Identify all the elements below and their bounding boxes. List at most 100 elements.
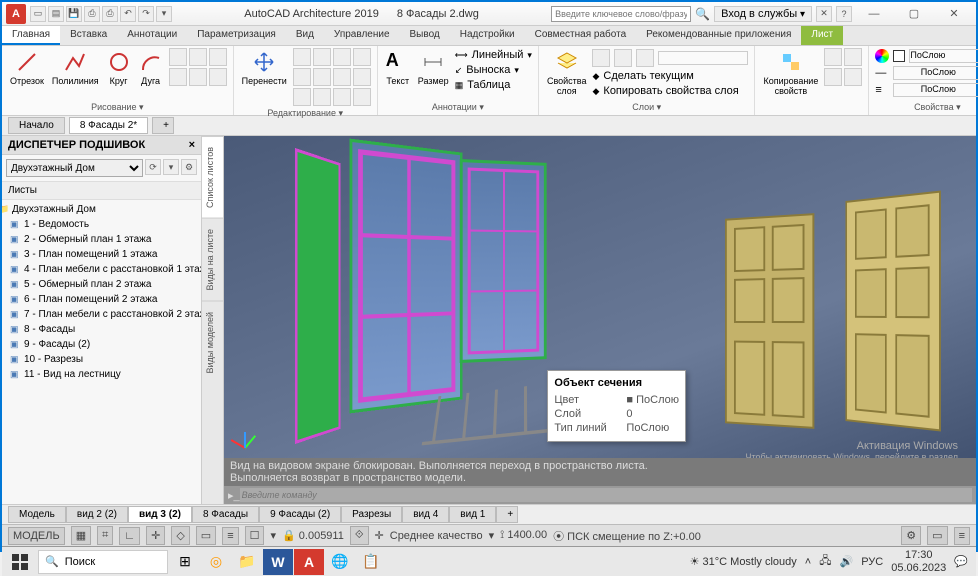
volume-icon[interactable]: 🔊: [840, 555, 854, 568]
cleanscreen-icon[interactable]: ▭: [927, 526, 947, 545]
sheet-item[interactable]: 5 - Обмерный план 2 этажа: [6, 277, 197, 292]
polar-toggle-icon[interactable]: ✛: [146, 526, 165, 545]
tab-addins[interactable]: Надстройки: [450, 26, 525, 45]
tab-insert[interactable]: Вставка: [60, 26, 117, 45]
tab-featured[interactable]: Рекомендованные приложения: [636, 26, 801, 45]
taskbar-app-icon[interactable]: ◎: [201, 549, 231, 575]
quality-value[interactable]: Среднее качество: [390, 530, 483, 542]
layout-tab[interactable]: Разрезы: [341, 506, 402, 523]
taskview-icon[interactable]: ⊞: [170, 549, 200, 575]
qat-print-icon[interactable]: ⎙: [102, 6, 118, 22]
palette-options-icon[interactable]: ▾: [163, 159, 179, 175]
text-button[interactable]: AТекст: [384, 48, 412, 88]
annoscale-icon[interactable]: ⟐: [350, 526, 369, 545]
dimension-button[interactable]: Размер: [416, 48, 451, 88]
chrome-icon[interactable]: 🌐: [325, 549, 355, 575]
layout-tab-model[interactable]: Модель: [8, 506, 66, 523]
tab-manage[interactable]: Управление: [324, 26, 400, 45]
table-button[interactable]: ▦ Таблица: [455, 79, 532, 91]
lwt-toggle-icon[interactable]: ≡: [222, 527, 238, 545]
qat-redo-icon[interactable]: ↷: [138, 6, 154, 22]
tab-view[interactable]: Вид: [286, 26, 324, 45]
osnap-toggle-icon[interactable]: ◇: [171, 526, 189, 545]
viewport[interactable]: [+][Пользовательский вид][Концептуальный…: [224, 136, 976, 504]
qat-open-icon[interactable]: ▤: [48, 6, 64, 22]
start-button[interactable]: [4, 549, 36, 575]
circle-button[interactable]: Круг: [105, 48, 133, 88]
panel-modify-title[interactable]: Редактирование ▾: [240, 106, 371, 119]
minimize-button[interactable]: —: [856, 4, 892, 24]
panel-draw-title[interactable]: Рисование ▾: [8, 100, 227, 113]
match-layer-button[interactable]: ◆ Копировать свойства слоя: [592, 85, 748, 97]
tray-chevron-icon[interactable]: ˄: [805, 556, 811, 568]
snap-toggle-icon[interactable]: ⌗: [97, 526, 113, 545]
palette-settings-icon[interactable]: ⚙: [181, 159, 197, 175]
polyline-button[interactable]: Полилиния: [50, 48, 101, 88]
layer-dropdown[interactable]: [658, 51, 748, 65]
sheet-item[interactable]: 2 - Обмерный план 1 этажа: [6, 232, 197, 247]
layout-tab[interactable]: вид 1: [449, 506, 496, 523]
layout-tab[interactable]: 9 Фасады (2): [259, 506, 341, 523]
color-swatch-icon[interactable]: [875, 49, 889, 63]
clock[interactable]: 17:3005.06.2023: [891, 549, 946, 573]
layer-state-icon[interactable]: [592, 49, 610, 67]
statusbar-menu-icon[interactable]: ≡: [954, 527, 970, 545]
sheet-item[interactable]: 1 - Ведомость: [6, 217, 197, 232]
block-flyout[interactable]: [824, 48, 862, 86]
vtab-views[interactable]: Виды на листе: [202, 218, 223, 301]
doc-tab-new[interactable]: +: [152, 117, 174, 134]
draw-flyout[interactable]: [169, 48, 227, 86]
tab-output[interactable]: Вывод: [400, 26, 450, 45]
taskbar-app-icon[interactable]: 📋: [356, 549, 386, 575]
palette-refresh-icon[interactable]: ⟳: [145, 159, 161, 175]
sheet-item[interactable]: 4 - План мебели с расстановкой 1 этажа: [6, 262, 197, 277]
project-dropdown[interactable]: Двухэтажный Дом: [6, 159, 143, 177]
infocenter-search[interactable]: [551, 6, 691, 22]
search-icon[interactable]: 🔍: [695, 7, 710, 21]
word-icon[interactable]: W: [263, 549, 293, 575]
network-icon[interactable]: 🖧: [819, 552, 831, 571]
signin-button[interactable]: Вход в службы ▾: [714, 6, 812, 22]
qat-undo-icon[interactable]: ↶: [120, 6, 136, 22]
otrack-toggle-icon[interactable]: ▭: [196, 526, 216, 545]
layer-freeze-icon[interactable]: [614, 49, 632, 67]
tab-home[interactable]: Главная: [2, 26, 60, 45]
layout-tab-add[interactable]: +: [496, 506, 518, 523]
panel-props-title[interactable]: Свойства ▾: [875, 100, 978, 113]
lineweight-dropdown[interactable]: ПоСлою: [893, 66, 978, 80]
command-input[interactable]: [240, 488, 972, 502]
close-button[interactable]: ✕: [936, 4, 972, 24]
sheet-item[interactable]: 11 - Вид на лестницу: [6, 367, 197, 382]
panel-annot-title[interactable]: Аннотации ▾: [384, 100, 532, 113]
notifications-icon[interactable]: 💬: [954, 555, 968, 568]
vtab-model-views[interactable]: Виды моделей: [202, 301, 223, 384]
qat-new-icon[interactable]: ▭: [30, 6, 46, 22]
qat-save-icon[interactable]: 💾: [66, 6, 82, 22]
sheet-item[interactable]: 9 - Фасады (2): [6, 337, 197, 352]
layout-tab[interactable]: вид 3 (2): [128, 506, 192, 523]
leader-button[interactable]: ↙ Выноска ▾: [455, 64, 532, 76]
arc-button[interactable]: Дуга: [137, 48, 165, 88]
tree-root[interactable]: Двухэтажный Дом: [6, 202, 197, 217]
language-indicator[interactable]: РУС: [861, 556, 883, 568]
layout-tab[interactable]: 8 Фасады: [192, 506, 259, 523]
tab-annotate[interactable]: Аннотации: [117, 26, 187, 45]
layer-lock-icon[interactable]: [636, 49, 654, 67]
move-button[interactable]: Перенести: [240, 48, 289, 88]
explorer-icon[interactable]: 📁: [232, 549, 262, 575]
sheet-item[interactable]: 3 - План помещений 1 этажа: [6, 247, 197, 262]
app-menu-icon[interactable]: A: [6, 4, 26, 24]
linear-dim-button[interactable]: ⟷ Линейный ▾: [455, 49, 532, 61]
qat-saveas-icon[interactable]: ⎙: [84, 6, 100, 22]
palette-close-icon[interactable]: ×: [189, 139, 195, 151]
tab-collab[interactable]: Совместная работа: [525, 26, 637, 45]
space-toggle[interactable]: МОДЕЛЬ: [8, 527, 65, 545]
ucs-value[interactable]: ⦿ ПСК смещение по Z:+0.00: [553, 528, 701, 544]
make-current-button[interactable]: ◆ Сделать текущим: [592, 70, 748, 82]
weather-widget[interactable]: ☀ 31°C Mostly cloudy: [690, 555, 797, 568]
doc-tab-file[interactable]: 8 Фасады 2*: [69, 117, 148, 134]
autocad-icon[interactable]: A: [294, 549, 324, 575]
help-icon[interactable]: ?: [836, 6, 852, 22]
sheet-item[interactable]: 6 - План помещений 2 этажа: [6, 292, 197, 307]
ortho-toggle-icon[interactable]: ∟: [119, 527, 140, 545]
